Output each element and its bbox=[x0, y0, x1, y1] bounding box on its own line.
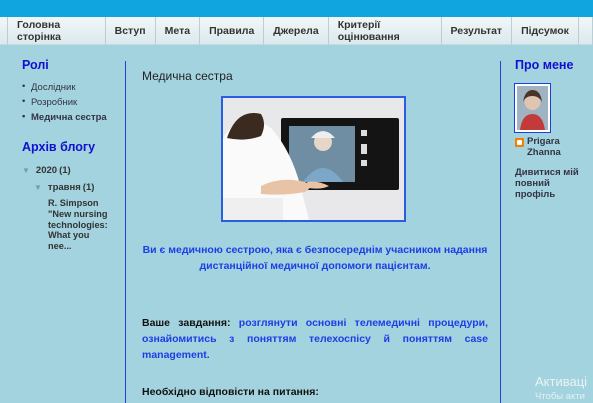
archive-tree: ▼ 2020 (1) ▼ травня (1) R. Simpson "New … bbox=[22, 165, 122, 252]
archive-month-count: (1) bbox=[82, 182, 95, 193]
profile-avatar[interactable] bbox=[515, 84, 550, 132]
about-me-heading: Про мене bbox=[515, 58, 574, 72]
column-divider-left bbox=[125, 61, 126, 403]
tab-criteria[interactable]: Критерії оцінювання bbox=[329, 17, 442, 45]
tab-goal[interactable]: Мета bbox=[156, 17, 201, 45]
profile-name[interactable]: Prigara Zhanna bbox=[527, 136, 587, 158]
tab-navigation: Головна сторінка Вступ Мета Правила Джер… bbox=[0, 17, 593, 45]
role-link-developer[interactable]: Розробник bbox=[22, 96, 122, 108]
tab-intro[interactable]: Вступ bbox=[106, 17, 156, 45]
windows-activation-watermark-sub: Чтобы акти bbox=[535, 391, 585, 402]
role-link-nurse[interactable]: Медична сестра bbox=[22, 111, 122, 123]
archive-heading: Архів блогу bbox=[22, 140, 96, 154]
nurse-telemedicine-image bbox=[221, 96, 406, 222]
archive-year-count: (1) bbox=[59, 165, 71, 176]
archive-post-link[interactable]: R. Simpson "New nursing technologies: Wh… bbox=[48, 198, 114, 252]
task-label: Ваше завдання: bbox=[142, 317, 231, 329]
roles-heading: Ролі bbox=[22, 58, 49, 72]
column-divider-right bbox=[500, 61, 501, 403]
blogger-icon bbox=[515, 138, 524, 147]
intro-paragraph: Ви є медичною сестрою, яка є безпосередн… bbox=[142, 244, 488, 272]
archive-year-row[interactable]: ▼ 2020 (1) bbox=[22, 165, 122, 176]
right-sidebar: Про мене Prigara Zhanna Дивитися мій пов… bbox=[515, 58, 587, 200]
tab-sources[interactable]: Джерела bbox=[264, 17, 329, 45]
roles-list: Дослідник Розробник Медична сестра bbox=[22, 81, 122, 123]
page-title: Медична сестра bbox=[142, 69, 233, 83]
questions-heading: Необхідно відповісти на питання: bbox=[142, 386, 319, 398]
expand-triangle-icon[interactable]: ▼ bbox=[22, 166, 30, 175]
archive-month[interactable]: травня bbox=[48, 182, 81, 193]
tab-summary[interactable]: Підсумок bbox=[512, 17, 579, 45]
role-link-researcher[interactable]: Дослідник bbox=[22, 81, 122, 93]
archive-month-row[interactable]: ▼ травня (1) bbox=[34, 182, 122, 193]
main-content: Медична сестра Ви є медичною сестрою, як… bbox=[142, 58, 488, 398]
tab-rules[interactable]: Правила bbox=[200, 17, 265, 45]
archive-year[interactable]: 2020 bbox=[36, 165, 57, 176]
tab-spacer bbox=[579, 17, 593, 45]
tab-result[interactable]: Результат bbox=[442, 17, 513, 45]
top-banner-bar bbox=[0, 0, 593, 17]
view-profile-link[interactable]: Дивитися мій повний профіль bbox=[515, 167, 587, 200]
windows-activation-watermark: Активаці bbox=[535, 374, 588, 389]
task-paragraph: Ваше завдання: розглянути основні телеме… bbox=[142, 315, 488, 363]
expand-triangle-icon[interactable]: ▼ bbox=[34, 183, 42, 192]
left-sidebar: Ролі Дослідник Розробник Медична сестра … bbox=[22, 58, 122, 252]
tab-home[interactable]: Головна сторінка bbox=[7, 17, 106, 45]
profile-name-row[interactable]: Prigara Zhanna bbox=[515, 136, 587, 158]
